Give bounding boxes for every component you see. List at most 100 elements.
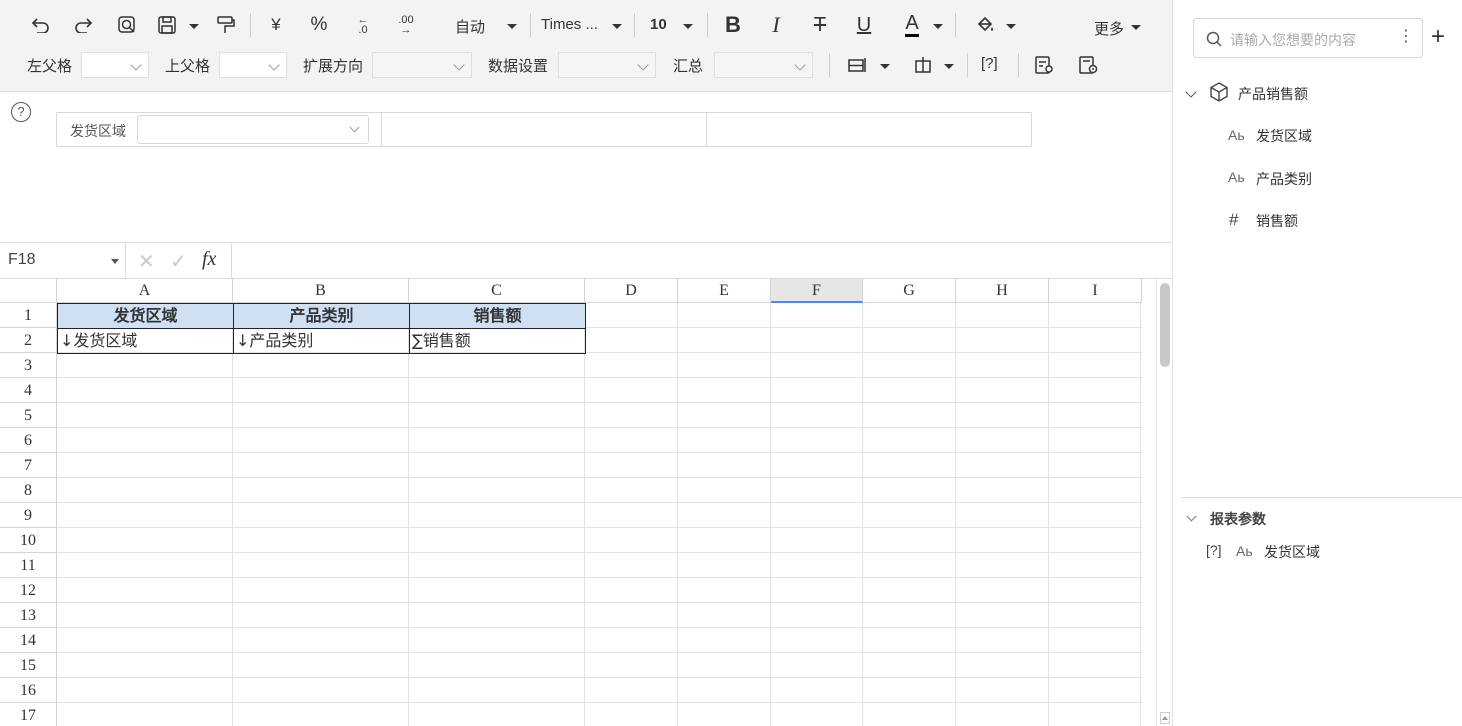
increase-decimal-label: .00 xyxy=(398,14,414,26)
param-select[interactable] xyxy=(137,115,369,144)
insert-column-icon[interactable] xyxy=(909,51,937,79)
number-format-caret[interactable] xyxy=(507,24,517,29)
fx-icon[interactable]: fx xyxy=(202,248,216,271)
row-header[interactable]: 14 xyxy=(0,628,57,653)
column-header-f[interactable]: F xyxy=(771,279,863,303)
row-header[interactable]: 7 xyxy=(0,453,57,478)
save-icon[interactable] xyxy=(153,11,181,39)
row-header[interactable]: 11 xyxy=(0,553,57,578)
column-header-b[interactable]: B xyxy=(233,279,409,303)
scroll-up-icon[interactable] xyxy=(1160,712,1170,724)
row-header[interactable]: 17 xyxy=(0,703,57,726)
report-param-button[interactable]: [?] xyxy=(981,55,998,72)
spreadsheet-grid[interactable]: A B C D E F G H I 1 2 3 4 5 6 7 8 9 10 11 12 13 14 15 1… xyxy=(0,279,1158,726)
italic-button[interactable]: I xyxy=(762,11,790,39)
field-item[interactable]: 发货区域 xyxy=(1256,126,1312,146)
column-header-h[interactable]: H xyxy=(956,279,1049,303)
toolbar-separator xyxy=(1018,53,1019,77)
undo-icon[interactable] xyxy=(26,11,54,39)
more-vertical-icon[interactable]: ⋮ xyxy=(1398,28,1414,46)
redo-icon[interactable] xyxy=(70,11,98,39)
field-item[interactable]: 销售额 xyxy=(1256,211,1298,231)
row-header[interactable]: 16 xyxy=(0,678,57,703)
number-format-select[interactable]: 自动 xyxy=(455,16,485,37)
row-header[interactable]: 9 xyxy=(0,503,57,528)
vertical-scrollbar[interactable] xyxy=(1156,279,1172,726)
preview-icon[interactable] xyxy=(113,11,141,39)
summary-select[interactable] xyxy=(714,52,813,78)
column-header-c[interactable]: C xyxy=(409,279,585,303)
font-name-caret[interactable] xyxy=(612,24,622,29)
help-icon[interactable]: ? xyxy=(11,102,31,122)
cell-a1[interactable]: 发货区域 xyxy=(57,303,234,329)
currency-button[interactable]: ¥ xyxy=(262,11,290,39)
font-size-caret[interactable] xyxy=(683,24,693,29)
search-input[interactable]: 请输入您想要的内容 ⋮ xyxy=(1193,18,1423,58)
chevron-down-icon[interactable] xyxy=(1186,511,1197,522)
column-header-e[interactable]: E xyxy=(678,279,771,303)
row-header[interactable]: 15 xyxy=(0,653,57,678)
row-header[interactable]: 13 xyxy=(0,603,57,628)
row-header[interactable]: 10 xyxy=(0,528,57,553)
row-header[interactable]: 1 xyxy=(0,303,57,328)
cell-b1[interactable]: 产品类别 xyxy=(233,303,410,329)
formula-input[interactable] xyxy=(233,243,1163,278)
add-icon[interactable]: + xyxy=(1431,24,1445,50)
confirm-icon[interactable]: ✓ xyxy=(170,249,187,274)
save-dropdown-caret[interactable] xyxy=(189,24,199,29)
column-header-a[interactable]: A xyxy=(57,279,233,303)
strikethrough-button[interactable]: T xyxy=(806,11,834,39)
cell-b2[interactable]: ↓产品类别 xyxy=(233,328,410,354)
font-name-select[interactable]: Times ... xyxy=(541,16,598,33)
fill-color-icon[interactable] xyxy=(971,11,999,39)
chevron-down-icon[interactable] xyxy=(1185,86,1197,98)
font-size-select[interactable]: 10 xyxy=(650,16,667,33)
insert-column-caret[interactable] xyxy=(944,64,954,69)
row-header[interactable]: 8 xyxy=(0,478,57,503)
font-color-caret[interactable] xyxy=(933,24,943,29)
text-field-icon: Aь xyxy=(1236,543,1253,559)
top-parent-select[interactable] xyxy=(219,52,287,78)
report-setting-icon[interactable] xyxy=(1074,51,1102,79)
font-color-button[interactable]: A xyxy=(898,10,926,38)
cell-a2[interactable]: ↓发货区域 xyxy=(57,328,234,354)
cell-reference-box[interactable]: F18 xyxy=(0,243,126,278)
bold-button[interactable]: B xyxy=(719,11,747,39)
row-header[interactable]: 12 xyxy=(0,578,57,603)
row-header[interactable]: 4 xyxy=(0,378,57,403)
fill-color-caret[interactable] xyxy=(1006,24,1016,29)
increase-decimal-button[interactable]: .00 → xyxy=(392,11,420,39)
data-setting-select[interactable] xyxy=(558,52,656,78)
toolbar-separator xyxy=(634,13,635,37)
left-parent-select[interactable] xyxy=(81,52,149,78)
column-header-i[interactable]: I xyxy=(1049,279,1142,303)
format-painter-icon[interactable] xyxy=(211,11,239,39)
cancel-icon[interactable]: ✕ xyxy=(138,249,155,274)
row-header[interactable]: 3 xyxy=(0,353,57,378)
dataset-name[interactable]: 产品销售额 xyxy=(1238,84,1308,104)
font-color-icon: A xyxy=(905,12,919,37)
row-header[interactable]: 5 xyxy=(0,403,57,428)
insert-row-caret[interactable] xyxy=(880,64,890,69)
row-header[interactable]: 6 xyxy=(0,428,57,453)
column-header-g[interactable]: G xyxy=(863,279,956,303)
column-header-d[interactable]: D xyxy=(585,279,678,303)
cell-c2[interactable]: ∑销售额 xyxy=(409,328,586,354)
cell-c1[interactable]: 销售额 xyxy=(409,303,586,329)
insert-row-icon[interactable] xyxy=(843,51,871,79)
cell-setting-icon[interactable] xyxy=(1030,51,1058,79)
cell-reference-caret[interactable] xyxy=(111,259,119,264)
param-item[interactable]: 发货区域 xyxy=(1264,542,1320,562)
search-icon xyxy=(1206,31,1222,47)
percent-button[interactable]: % xyxy=(305,11,333,39)
more-button[interactable]: 更多 xyxy=(1094,18,1124,39)
more-caret[interactable] xyxy=(1131,25,1141,30)
field-item[interactable]: 产品类别 xyxy=(1256,169,1312,189)
report-params-title[interactable]: 报表参数 xyxy=(1210,509,1266,529)
expand-direction-select[interactable] xyxy=(372,52,472,78)
corner-cell[interactable] xyxy=(0,279,57,303)
underline-button[interactable]: U xyxy=(850,11,878,39)
decrease-decimal-button[interactable]: ← .0 xyxy=(349,11,377,39)
row-header[interactable]: 2 xyxy=(0,328,57,353)
scrollbar-thumb[interactable] xyxy=(1160,283,1170,367)
